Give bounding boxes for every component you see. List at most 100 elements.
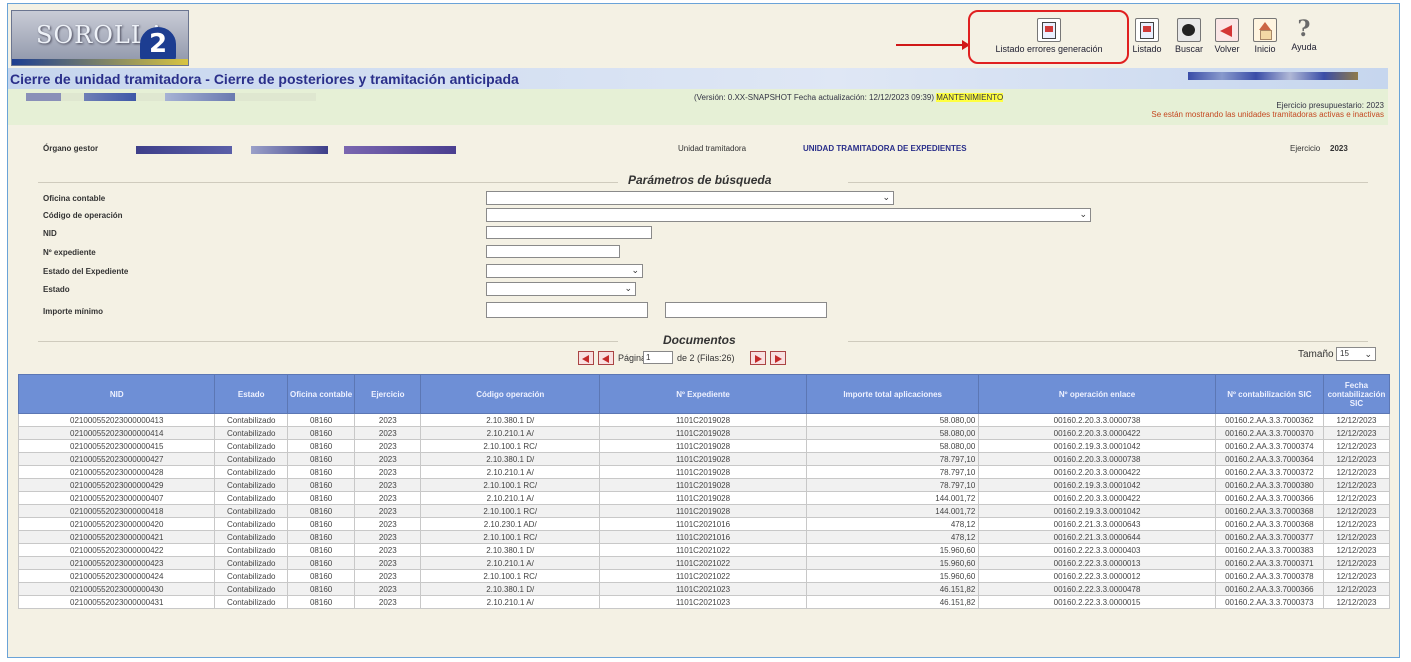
column-header[interactable]: Nº Expediente	[599, 374, 808, 414]
last-page-button[interactable]	[770, 351, 786, 365]
table-cell: 021000552023000000407	[17, 491, 216, 505]
table-cell: Contabilizado	[214, 556, 288, 570]
table-row[interactable]: 021000552023000000429 Contabilizado 08160 2…	[17, 478, 1391, 492]
table-cell: 1101C2019028	[599, 491, 808, 505]
table-cell: 00160.2.AA.3.3.7000372	[1214, 465, 1324, 479]
divider	[38, 182, 618, 183]
table-row[interactable]: 021000552023000000421 Contabilizado 08160 2…	[17, 530, 1391, 544]
table-cell: 00160.2.20.3.3.0000738	[978, 452, 1216, 466]
table-cell: 2.10.210.1 A/	[420, 426, 601, 440]
oficina-label: Oficina contable	[43, 194, 106, 203]
table-row[interactable]: 021000552023000000422 Contabilizado 08160 2…	[17, 543, 1391, 557]
table-cell: 00160.2.AA.3.3.7000362	[1214, 413, 1324, 427]
table-row[interactable]: 021000552023000000423 Contabilizado 08160 2…	[17, 556, 1391, 570]
table-cell: 2023	[354, 595, 422, 609]
table-row[interactable]: 021000552023000000431 Contabilizado 08160 2…	[17, 595, 1391, 609]
column-header[interactable]: Fecha contabilización SIC	[1322, 374, 1391, 414]
table-row[interactable]: 021000552023000000415 Contabilizado 08160 2…	[17, 439, 1391, 453]
table-cell: 144.001,72	[806, 491, 980, 505]
table-cell: 08160	[286, 543, 356, 557]
buscar-button[interactable]: Buscar	[1172, 18, 1206, 54]
title-bar: Cierre de unidad tramitadora - Cierre de…	[8, 68, 1388, 89]
nid-input[interactable]	[486, 226, 652, 239]
importe-min-input[interactable]	[486, 302, 648, 318]
table-cell: Contabilizado	[214, 595, 288, 609]
table-row[interactable]: 021000552023000000414 Contabilizado 08160 2…	[17, 426, 1391, 440]
redacted-bar	[1188, 72, 1358, 80]
table-cell: 00160.2.21.3.3.0000643	[978, 517, 1216, 531]
organo-label: Órgano gestor	[43, 144, 99, 153]
page-input[interactable]: 1	[643, 351, 673, 364]
table-cell: 1101C2021022	[599, 556, 808, 570]
listado-errores-button[interactable]: Listado errores generación	[974, 18, 1124, 54]
inicio-button[interactable]: Inicio	[1248, 18, 1282, 54]
table-cell: 12/12/2023	[1322, 426, 1391, 440]
table-row[interactable]: 021000552023000000430 Contabilizado 08160 2…	[17, 582, 1391, 596]
page-title: Cierre de unidad tramitadora - Cierre de…	[10, 71, 519, 87]
table-cell: 78.797,10	[806, 452, 980, 466]
column-header[interactable]: Nº operación enlace	[978, 374, 1216, 414]
ayuda-button[interactable]: ? Ayuda	[1286, 18, 1322, 52]
table-row[interactable]: 021000552023000000418 Contabilizado 08160 2…	[17, 504, 1391, 518]
oficina-select[interactable]: ⌄	[486, 191, 894, 205]
volver-button[interactable]: Volver	[1210, 18, 1244, 54]
table-cell: 021000552023000000430	[17, 582, 216, 596]
table-cell: 00160.2.AA.3.3.7000370	[1214, 426, 1324, 440]
column-header[interactable]: Nº contabilización SIC	[1214, 374, 1324, 414]
expediente-input[interactable]	[486, 245, 620, 258]
table-cell: 12/12/2023	[1322, 478, 1391, 492]
table-row[interactable]: 021000552023000000424 Contabilizado 08160 2…	[17, 569, 1391, 583]
table-cell: 144.001,72	[806, 504, 980, 518]
table-cell: 08160	[286, 452, 356, 466]
estado-select[interactable]: ⌄	[486, 282, 636, 296]
table-row[interactable]: 021000552023000000413 Contabilizado 08160 2…	[17, 413, 1391, 427]
inicio-label: Inicio	[1254, 44, 1276, 54]
table-cell: 12/12/2023	[1322, 517, 1391, 531]
table-row[interactable]: 021000552023000000428 Contabilizado 08160 2…	[17, 465, 1391, 479]
ejercicio-value: 2023	[1330, 144, 1348, 153]
table-cell: 2023	[354, 491, 422, 505]
table-row[interactable]: 021000552023000000420 Contabilizado 08160 2…	[17, 517, 1391, 531]
column-header[interactable]: NID	[17, 374, 216, 414]
column-header[interactable]: Ejercicio	[354, 374, 422, 414]
table-cell: Contabilizado	[214, 478, 288, 492]
next-page-button[interactable]	[750, 351, 766, 365]
table-cell: 00160.2.22.3.3.0000013	[978, 556, 1216, 570]
table-cell: 12/12/2023	[1322, 543, 1391, 557]
importe-max-input[interactable]	[665, 302, 827, 318]
column-header[interactable]: Código operación	[420, 374, 601, 414]
ayuda-label: Ayuda	[1291, 42, 1317, 52]
first-page-button[interactable]	[578, 351, 594, 365]
column-header[interactable]: Estado	[214, 374, 288, 414]
logo-band	[12, 59, 188, 65]
column-header[interactable]: Importe total aplicaciones	[806, 374, 980, 414]
table-cell: 1101C2021016	[599, 530, 808, 544]
divider	[38, 341, 618, 342]
codigo-select[interactable]: ⌄	[486, 208, 1091, 222]
table-cell: 12/12/2023	[1322, 491, 1391, 505]
column-header[interactable]: Oficina contable	[286, 374, 356, 414]
table-cell: 12/12/2023	[1322, 413, 1391, 427]
listado-icon	[1135, 18, 1159, 42]
estado-label: Estado	[43, 285, 70, 294]
prev-page-button[interactable]	[598, 351, 614, 365]
estado-expediente-select[interactable]: ⌄	[486, 264, 643, 278]
table-cell: Contabilizado	[214, 504, 288, 518]
ejercicio-label: Ejercicio	[1290, 144, 1321, 153]
table-cell: 2.10.380.1 D/	[420, 413, 601, 427]
table-cell: 021000552023000000428	[17, 465, 216, 479]
table-cell: 021000552023000000429	[17, 478, 216, 492]
volver-label: Volver	[1214, 44, 1240, 54]
page-size-value: 15	[1340, 349, 1349, 358]
table-row[interactable]: 021000552023000000427 Contabilizado 08160 2…	[17, 452, 1391, 466]
listado-button[interactable]: Listado	[1128, 18, 1166, 54]
table-cell: 2.10.380.1 D/	[420, 452, 601, 466]
table-row[interactable]: 021000552023000000407 Contabilizado 08160 2…	[17, 491, 1391, 505]
listado-errores-icon	[1037, 18, 1061, 42]
page-size-select[interactable]: 15 ⌄	[1336, 347, 1376, 361]
table-cell: Contabilizado	[214, 439, 288, 453]
table-cell: 00160.2.22.3.3.0000478	[978, 582, 1216, 596]
table-cell: 12/12/2023	[1322, 504, 1391, 518]
table-cell: 58.080,00	[806, 439, 980, 453]
table-cell: 2.10.380.1 D/	[420, 543, 601, 557]
